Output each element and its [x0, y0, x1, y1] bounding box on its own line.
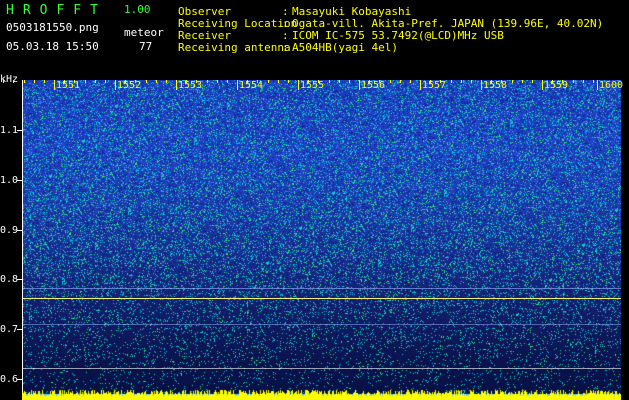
time-tick-minor	[145, 80, 147, 83]
time-tick-minor	[267, 80, 269, 83]
time-tick-major	[359, 80, 360, 90]
time-tick-minor	[104, 80, 106, 83]
time-tick-minor	[470, 80, 472, 83]
time-tick-major	[481, 80, 482, 90]
time-tick-minor	[399, 80, 401, 83]
time-tick-minor	[94, 80, 96, 83]
y-axis	[22, 80, 23, 400]
hrofft-window: HROFFT 1.00 0503181550.png meteor 05.03.…	[0, 0, 629, 400]
time-tick-major	[298, 80, 299, 90]
time-tick-label: 1556	[361, 80, 386, 91]
time-tick-major	[176, 80, 177, 90]
time-tick-minor	[3, 80, 5, 83]
datetime: 05.03.18 15:50	[6, 40, 99, 53]
time-tick-minor	[43, 80, 45, 83]
time-tick-major	[420, 80, 421, 90]
spectrogram-noise	[22, 80, 621, 400]
info-label-location: Receiving Location	[178, 17, 298, 30]
time-tick-minor	[23, 80, 25, 83]
time-tick-minor	[521, 80, 523, 83]
time-tick-minor	[13, 80, 15, 83]
amplitude-bar	[22, 388, 621, 400]
time-tick-minor	[409, 80, 411, 83]
time-tick-minor	[450, 80, 452, 83]
time-tick-minor	[84, 80, 86, 83]
y-tick-label: 1.0	[0, 175, 19, 186]
time-tick-minor	[216, 80, 218, 83]
mode-label: meteor	[124, 26, 164, 39]
info-label-antenna: Receiving antenna	[178, 41, 291, 54]
time-tick-label: 1552	[117, 80, 142, 91]
y-tick-label: 0.7	[0, 324, 19, 335]
info-sep-observer: :	[282, 5, 289, 18]
time-tick-label: 1554	[239, 80, 264, 91]
app-title: HROFFT	[6, 3, 107, 18]
time-tick-minor	[460, 80, 462, 83]
info-value-location: Ogata-vill. Akita-Pref. JAPAN (139.96E, …	[292, 17, 604, 30]
reference-line	[22, 368, 621, 369]
time-tick-minor	[582, 80, 584, 83]
time-tick-major	[542, 80, 543, 90]
time-tick-label: 1559	[544, 80, 569, 91]
info-sep-receiver: :	[282, 29, 289, 42]
app-version: 1.00	[124, 3, 151, 16]
time-tick-label: 1555	[300, 80, 325, 91]
time-tick-minor	[206, 80, 208, 83]
info-label-receiver: Receiver	[178, 29, 231, 42]
time-tick-label: 1600	[599, 80, 624, 91]
time-tick-minor	[155, 80, 157, 83]
time-tick-minor	[328, 80, 330, 83]
y-tick-label: 1.1	[0, 125, 19, 136]
time-tick-minor	[165, 80, 167, 83]
time-tick-minor	[287, 80, 289, 83]
time-tick-major	[115, 80, 116, 90]
info-value-observer: Masayuki Kobayashi	[292, 5, 412, 18]
time-tick-label: 1558	[483, 80, 508, 91]
time-tick-minor	[511, 80, 513, 83]
time-tick-label: 1553	[178, 80, 203, 91]
reference-line	[22, 288, 621, 289]
reference-line	[22, 298, 621, 299]
meteor-count: 77	[139, 40, 153, 53]
time-tick-minor	[348, 80, 350, 83]
info-value-receiver: ICOM IC-575 53.7492(@LCD)MHz USB	[292, 29, 504, 42]
time-tick-minor	[389, 80, 391, 83]
time-tick-minor	[277, 80, 279, 83]
y-tick-label: 0.6	[0, 374, 19, 385]
info-sep-location: :	[282, 17, 289, 30]
info-label-observer: Observer	[178, 5, 231, 18]
spectrogram	[22, 80, 621, 400]
info-sep-antenna: :	[282, 41, 289, 54]
info-value-antenna: A504HB(yagi 4el)	[292, 41, 398, 54]
time-tick-minor	[572, 80, 574, 83]
time-tick-minor	[531, 80, 533, 83]
file-name: 0503181550.png	[6, 21, 99, 34]
time-tick-label: 1551	[56, 80, 81, 91]
y-tick-label: 0.9	[0, 225, 19, 236]
time-tick-minor	[592, 80, 594, 83]
time-tick-minor	[226, 80, 228, 83]
y-tick-label: 0.8	[0, 274, 19, 285]
time-tick-label: 1557	[422, 80, 447, 91]
time-tick-minor	[338, 80, 340, 83]
time-axis: 1551 1552 1553 1554 1555 1556 1557 1558 1559 1600	[3, 80, 624, 92]
time-tick-major	[54, 80, 55, 90]
reference-line	[22, 324, 621, 325]
time-tick-major	[597, 80, 598, 90]
time-tick-minor	[33, 80, 35, 83]
time-tick-major	[237, 80, 238, 90]
